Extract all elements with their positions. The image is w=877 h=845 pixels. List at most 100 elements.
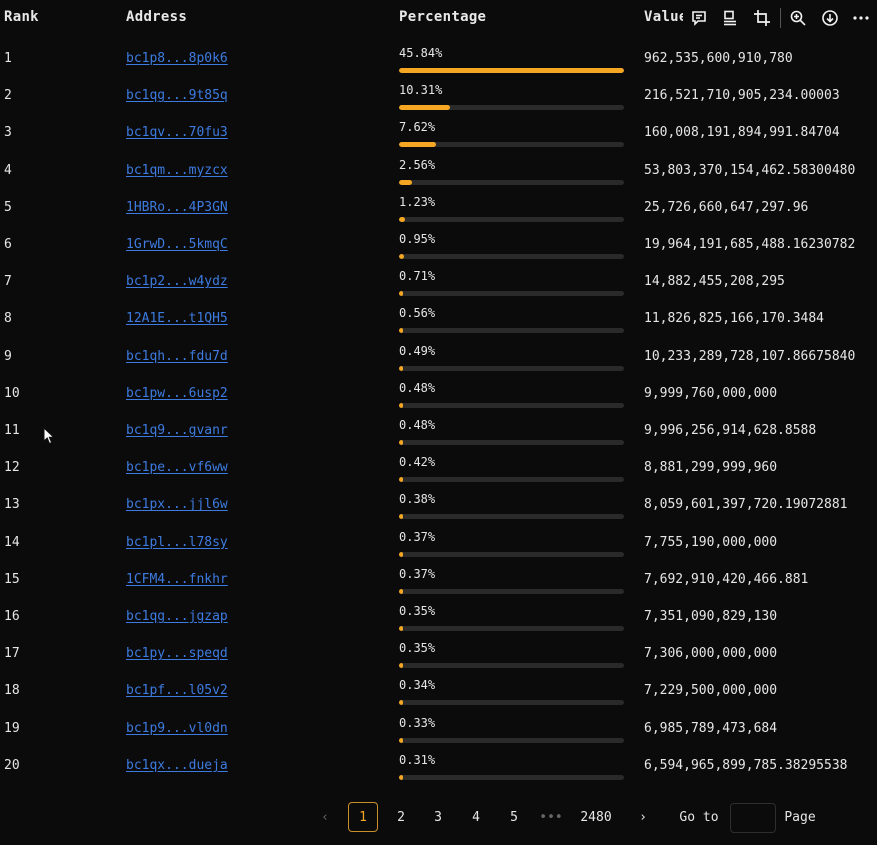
value-cell: 25,726,660,647,297.96 xyxy=(644,199,809,215)
page-button-2[interactable]: 2 xyxy=(386,802,416,832)
address-link[interactable]: bc1p2...w4ydz xyxy=(126,274,228,289)
address-link[interactable]: bc1px...jjl6w xyxy=(126,497,228,512)
percentage-bar-fill xyxy=(399,774,403,780)
table-row: 16 bc1qg...jgzap 0.35% 7,351,090,829,130 xyxy=(0,598,877,635)
percentage-bar-fill xyxy=(399,477,403,483)
percentage-cell: 10.31% xyxy=(399,83,443,98)
page-button-5[interactable]: 5 xyxy=(499,802,529,832)
rank-cell: 14 xyxy=(4,534,20,550)
address-link[interactable]: bc1pw...6usp2 xyxy=(126,386,228,401)
layout-icon[interactable] xyxy=(715,0,747,36)
image-toolbar xyxy=(683,0,877,36)
rank-header: Rank xyxy=(4,9,39,25)
address-link[interactable]: bc1pf...l05v2 xyxy=(126,683,228,698)
rank-cell: 13 xyxy=(4,497,20,513)
table-row: 13 bc1px...jjl6w 0.38% 8,059,601,397,720.19… xyxy=(0,486,877,523)
table-row: 19 bc1p9...vl0dn 0.33% 6,985,789,473,684 xyxy=(0,710,877,747)
value-cell: 7,351,090,829,130 xyxy=(644,609,778,624)
percentage-cell: 1.23% xyxy=(399,194,436,209)
rank-cell: 4 xyxy=(4,162,12,178)
percentage-cell: 0.37% xyxy=(399,566,436,581)
table-row: 6 1GrwD...5kmqC 0.95% 19,964,191,685,488.16… xyxy=(0,226,877,263)
percentage-bar-fill xyxy=(399,365,403,371)
pagination-ellipsis[interactable]: ••• xyxy=(536,802,566,832)
rank-cell: 9 xyxy=(4,348,12,364)
pagination: ‹ 1 2 3 4 5 ••• 2480 › Go to Page xyxy=(0,800,877,836)
address-link[interactable]: 12A1E...t1QH5 xyxy=(126,311,228,326)
percentage-bar xyxy=(399,179,624,185)
rank-cell: 6 xyxy=(4,237,12,252)
percentage-bar xyxy=(399,365,624,371)
percentage-cell: 7.62% xyxy=(399,120,436,135)
rank-cell: 10 xyxy=(4,385,20,401)
address-link[interactable]: bc1q9...gvanr xyxy=(126,423,228,438)
zoom-in-icon[interactable] xyxy=(782,0,814,36)
page-button-last[interactable]: 2480 xyxy=(576,802,616,832)
address-link[interactable]: bc1pe...vf6ww xyxy=(126,460,228,475)
percentage-bar xyxy=(399,402,624,408)
percentage-cell: 0.49% xyxy=(399,343,436,358)
percentage-cell: 0.95% xyxy=(399,232,436,246)
value-cell: 8,059,601,397,720.19072881 xyxy=(644,497,848,513)
percentage-bar-fill xyxy=(399,254,404,259)
page-button-1[interactable]: 1 xyxy=(348,802,378,832)
crop-icon[interactable] xyxy=(746,0,778,36)
address-link[interactable]: bc1qg...jgzap xyxy=(126,609,228,624)
rank-cell: 1 xyxy=(4,51,12,66)
value-cell: 7,229,500,000,000 xyxy=(644,683,778,699)
next-page-button[interactable]: › xyxy=(628,802,658,832)
value-cell: 53,803,370,154,462.58300480 xyxy=(644,162,856,178)
address-header: Address xyxy=(126,9,188,25)
percentage-bar xyxy=(399,737,624,743)
table-row: 1 bc1p8...8p0k6 45.84% 962,535,600,910,780 xyxy=(0,40,877,77)
table-row: 9 bc1qh...fdu7d 0.49% 10,233,289,728,107.86… xyxy=(0,338,877,375)
rank-cell: 15 xyxy=(4,571,20,587)
address-link[interactable]: bc1qv...70fu3 xyxy=(126,125,228,140)
page-label: Page xyxy=(784,809,816,825)
table-row: 8 12A1E...t1QH5 0.56% 11,826,825,166,170.34… xyxy=(0,300,877,337)
percentage-cell: 0.35% xyxy=(399,604,436,618)
rank-cell: 19 xyxy=(4,720,20,736)
percentage-bar xyxy=(399,774,624,780)
percentage-bar-fill xyxy=(399,551,403,557)
percentage-bar xyxy=(399,254,624,259)
value-cell: 216,521,710,905,234.00003 xyxy=(644,88,840,104)
table-row: 18 bc1pf...l05v2 0.34% 7,229,500,000,000 xyxy=(0,672,877,709)
prev-page-button[interactable]: ‹ xyxy=(310,802,340,832)
address-link[interactable]: bc1p8...8p0k6 xyxy=(126,51,228,66)
download-icon[interactable] xyxy=(814,0,846,36)
address-link[interactable]: 1GrwD...5kmqC xyxy=(126,237,228,252)
page-button-3[interactable]: 3 xyxy=(423,802,453,832)
address-link[interactable]: 1HBRo...4P3GN xyxy=(126,200,228,215)
percentage-cell: 0.37% xyxy=(399,529,436,544)
percentage-bar-fill xyxy=(399,514,403,520)
address-link[interactable]: bc1qg...9t85q xyxy=(126,88,228,103)
address-link[interactable]: bc1pl...l78sy xyxy=(126,535,228,550)
percentage-cell: 0.31% xyxy=(399,752,436,767)
percentage-cell: 0.56% xyxy=(399,306,436,321)
address-link[interactable]: bc1p9...vl0dn xyxy=(126,721,228,736)
table-row: 10 bc1pw...6usp2 0.48% 9,999,760,000,000 xyxy=(0,375,877,412)
goto-label: Go to xyxy=(679,809,719,825)
address-link[interactable]: bc1qh...fdu7d xyxy=(126,349,228,364)
comment-icon[interactable] xyxy=(683,0,715,36)
value-cell: 19,964,191,685,488.16230782 xyxy=(644,237,856,252)
percentage-bar xyxy=(399,551,624,557)
address-link[interactable]: bc1qx...dueja xyxy=(126,758,228,773)
address-link[interactable]: bc1py...speqd xyxy=(126,646,228,661)
goto-page-input[interactable] xyxy=(730,803,776,833)
percentage-bar xyxy=(399,626,624,631)
table-row: 14 bc1pl...l78sy 0.37% 7,755,190,000,000 xyxy=(0,524,877,561)
rank-cell: 3 xyxy=(4,125,12,141)
more-icon[interactable] xyxy=(845,0,877,36)
value-cell: 14,882,455,208,295 xyxy=(644,274,785,290)
table-row: 5 1HBRo...4P3GN 1.23% 25,726,660,647,297.96 xyxy=(0,189,877,226)
value-cell: 10,233,289,728,107.86675840 xyxy=(644,348,856,364)
value-cell: 9,996,256,914,628.8588 xyxy=(644,423,817,438)
address-link[interactable]: 1CFM4...fnkhr xyxy=(126,572,228,587)
value-cell: 160,008,191,894,991.84704 xyxy=(644,125,840,141)
percentage-bar xyxy=(399,700,624,706)
page-button-4[interactable]: 4 xyxy=(461,802,491,832)
percentage-bar-fill xyxy=(399,626,403,631)
address-link[interactable]: bc1qm...myzcx xyxy=(126,163,228,178)
